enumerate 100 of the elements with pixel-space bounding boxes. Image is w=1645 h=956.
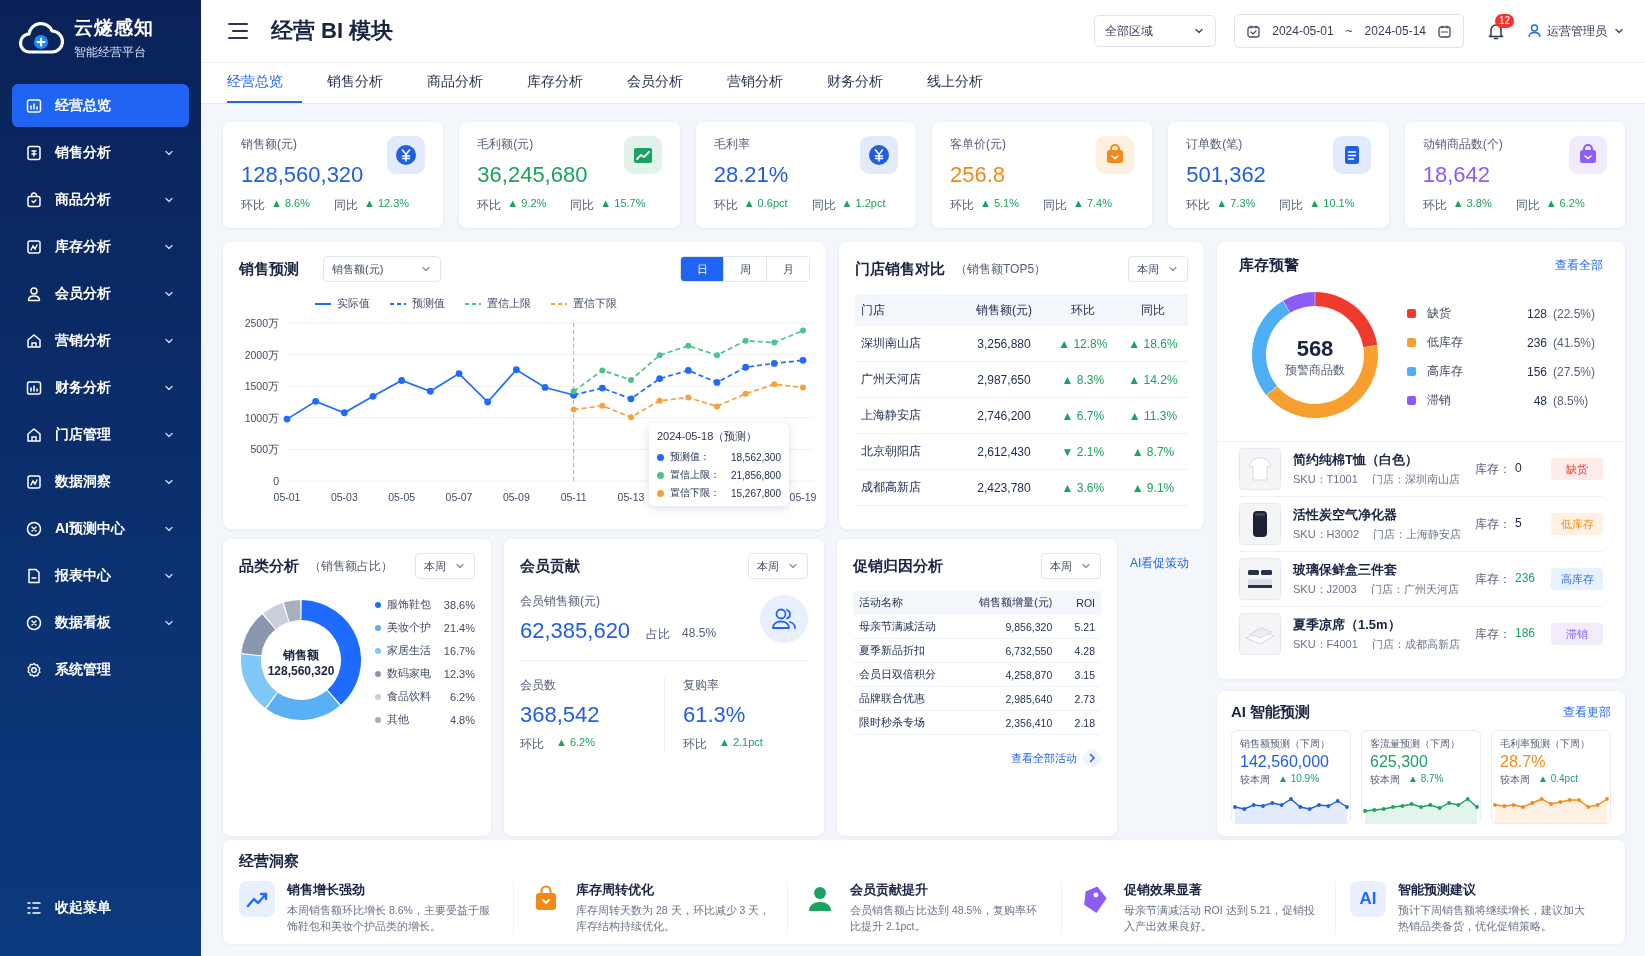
metric-label: 占比 bbox=[646, 626, 671, 643]
tab[interactable]: 库存分析 bbox=[527, 63, 602, 103]
comparison-label: 同比 bbox=[570, 197, 595, 214]
date-range-picker[interactable]: 2024-05-01 ~ 2024-05-14 bbox=[1234, 14, 1464, 48]
sidebar-item[interactable]: AI预测中心 bbox=[12, 507, 189, 550]
metric-label: 会员数 bbox=[520, 677, 557, 694]
axis-label: 05-09 bbox=[502, 491, 530, 503]
sidebar-item[interactable]: 财务分析 bbox=[12, 366, 189, 409]
legend-label: 数码家电 bbox=[387, 666, 431, 681]
data-point bbox=[714, 352, 720, 359]
data-point bbox=[627, 395, 635, 403]
data-point bbox=[742, 337, 749, 344]
view-more-link[interactable]: 查看更部 bbox=[1563, 704, 1611, 721]
data-point bbox=[426, 387, 434, 395]
region-dropdown[interactable]: 全部区域 bbox=[1094, 15, 1217, 47]
bell-icon[interactable] bbox=[1488, 22, 1504, 40]
period-dropdown[interactable]: 本周 bbox=[1041, 553, 1101, 579]
comparison-label: 同比 bbox=[1279, 197, 1304, 214]
table-cell-text: 2,985,640 bbox=[1004, 692, 1054, 705]
chevron-right-icon[interactable] bbox=[1083, 749, 1101, 767]
table-cell-text: 6,732,550 bbox=[1004, 644, 1054, 657]
collapse-menu-button[interactable]: 收起菜单 bbox=[12, 890, 189, 926]
ai-link[interactable]: AI看促策动 bbox=[1130, 539, 1204, 836]
legend-label: 预测值 bbox=[412, 296, 445, 311]
status-tag: 高库存 bbox=[1551, 568, 1603, 590]
metric-dropdown[interactable]: 销售额(元) bbox=[323, 256, 441, 282]
table-cell-text: ▲ 11.3% bbox=[1127, 408, 1179, 423]
product-name: 夏季凉席（1.5m） bbox=[1293, 616, 1402, 634]
menu-icon[interactable] bbox=[227, 22, 249, 40]
calendar-icon bbox=[1438, 24, 1451, 38]
legend-label: 高库存 bbox=[1427, 363, 1464, 380]
sidebar-item[interactable]: 会员分析 bbox=[12, 272, 189, 315]
sidebar-item[interactable]: 营销分析 bbox=[12, 319, 189, 362]
axis-label: 05-03 bbox=[330, 491, 358, 503]
tooltip-label: 置信上限： bbox=[670, 468, 720, 482]
comparison-label: 同比 bbox=[1043, 197, 1067, 214]
column-header: 门店 bbox=[860, 301, 886, 319]
product-name: 活性炭空气净化器 bbox=[1293, 506, 1398, 524]
comparison-label: 环比 bbox=[1422, 197, 1447, 214]
metric-value: 61.3% bbox=[683, 702, 747, 728]
period-dropdown[interactable]: 本周 bbox=[748, 553, 808, 579]
sidebar-item[interactable]: 销售分析 bbox=[12, 131, 189, 174]
comparison-label: 环比 bbox=[950, 197, 974, 214]
sidebar-item[interactable]: 商品分析 bbox=[12, 178, 189, 221]
period-dropdown[interactable]: 本周 bbox=[1128, 256, 1188, 282]
column-header: ROI bbox=[1075, 597, 1096, 609]
legend-label: 置信上限 bbox=[487, 296, 531, 311]
sidebar-item[interactable]: 系统管理 bbox=[12, 648, 189, 691]
legend-value: 128 bbox=[1525, 306, 1547, 321]
change-value: ▲ 10.1% bbox=[1309, 197, 1355, 211]
legend-label: 食品饮料 bbox=[387, 689, 431, 704]
view-all-link[interactable]: 查看全部活动 bbox=[1011, 750, 1077, 766]
kpi-label: 毛利率 bbox=[713, 136, 750, 153]
period-toggle[interactable]: 日 bbox=[681, 257, 724, 281]
panel-title: 会员贡献 bbox=[520, 556, 580, 576]
table-cell-text: 会员日双倍积分 bbox=[858, 667, 937, 682]
sidebar-item[interactable]: 库存分析 bbox=[12, 225, 189, 268]
legend-value: 48 bbox=[1532, 393, 1547, 408]
sidebar-item[interactable]: 经营总览 bbox=[12, 84, 189, 127]
sidebar-item[interactable]: 数据看板 bbox=[12, 601, 189, 644]
legend-share: (8.5%) bbox=[1553, 393, 1590, 408]
data-point bbox=[340, 409, 348, 417]
tab[interactable]: 会员分析 bbox=[627, 63, 702, 103]
donut-center-value: 128,560,320 bbox=[267, 663, 335, 678]
data-point bbox=[799, 356, 807, 364]
forecast-value: 28.7% bbox=[1500, 753, 1547, 771]
period-dropdown[interactable]: 本周 bbox=[415, 553, 475, 579]
comparison-label: 同比 bbox=[1515, 197, 1540, 214]
tab[interactable]: 经营总览 bbox=[227, 63, 302, 103]
view-all-link[interactable]: 查看全部 bbox=[1555, 257, 1603, 274]
change-value: ▲ 1.2pct bbox=[841, 197, 886, 211]
axis-label: 2000万 bbox=[244, 348, 279, 361]
change-value: ▲ 6.2% bbox=[556, 736, 595, 750]
sidebar-item[interactable]: 报表中心 bbox=[12, 554, 189, 597]
panel-title: AI 智能预测 bbox=[1231, 703, 1311, 722]
tab[interactable]: 财务分析 bbox=[827, 63, 902, 103]
tab[interactable]: 线上分析 bbox=[927, 63, 1002, 103]
line-swatch-icon bbox=[551, 301, 567, 306]
tab[interactable]: 营销分析 bbox=[727, 63, 802, 103]
user-menu[interactable]: 运营管理员 bbox=[1528, 22, 1625, 40]
data-point bbox=[685, 342, 692, 349]
axis-label: 500万 bbox=[250, 443, 279, 456]
change-value: ▲ 6.2% bbox=[1545, 197, 1585, 211]
kpi-value: 28.21% bbox=[713, 162, 790, 188]
trend-icon bbox=[623, 136, 662, 174]
tab[interactable]: 商品分析 bbox=[427, 63, 502, 103]
legend-label: 其他 bbox=[387, 712, 409, 727]
table-cell-text: ▲ 18.6% bbox=[1127, 336, 1179, 351]
sidebar-item[interactable]: 数据洞察 bbox=[12, 460, 189, 503]
comparison-label: 较本周 bbox=[1370, 773, 1400, 787]
data-point bbox=[398, 377, 406, 384]
sidebar-item[interactable]: 门店管理 bbox=[12, 413, 189, 456]
data-point bbox=[685, 394, 692, 401]
tab[interactable]: 销售分析 bbox=[327, 63, 402, 103]
panel-title: 销售预测 bbox=[239, 259, 299, 279]
table-cell-text: 3,256,880 bbox=[976, 336, 1032, 351]
product-sku: SKU：T1001 bbox=[1293, 472, 1358, 487]
line-swatch-icon bbox=[315, 301, 331, 306]
calendar-icon bbox=[1247, 24, 1261, 38]
axis-label: 05-01 bbox=[273, 491, 301, 503]
